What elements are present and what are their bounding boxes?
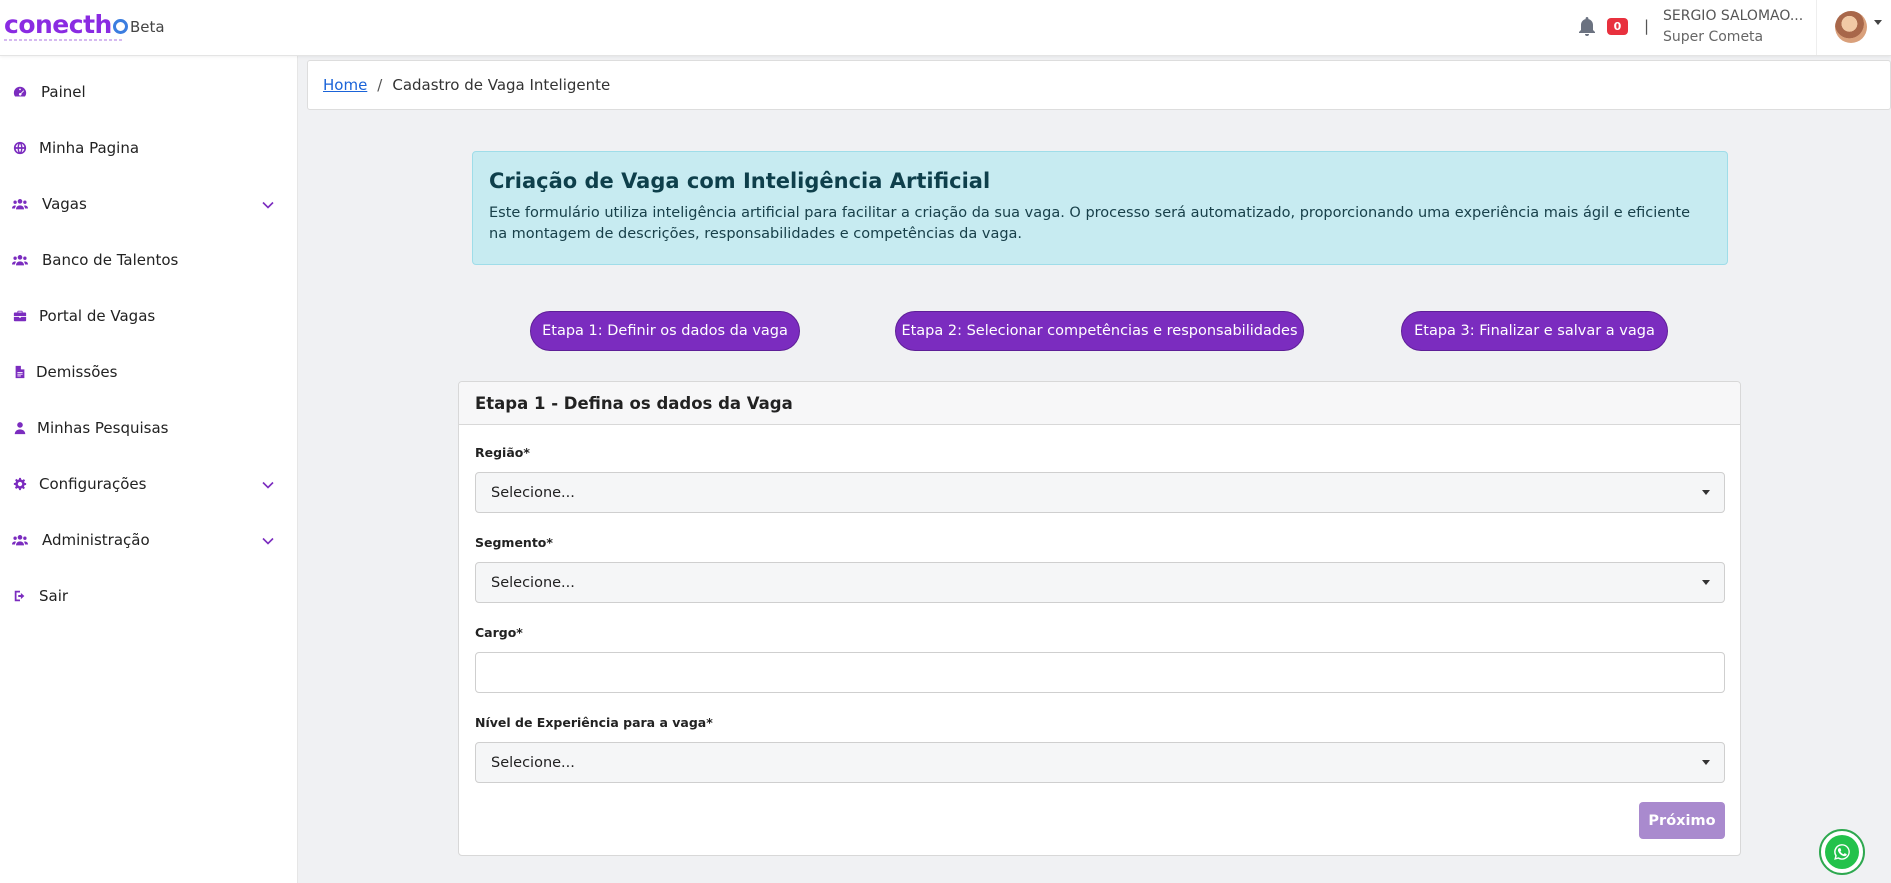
sidebar-item-label: Minhas Pesquisas	[37, 419, 169, 437]
cargo-label: Cargo*	[475, 625, 523, 640]
top-bar: conecth Beta 0 | SERGIO SALOMAO... Super…	[0, 0, 1891, 56]
header-separator: |	[1644, 17, 1650, 35]
breadcrumb: Home / Cadastro de Vaga Inteligente	[307, 60, 1891, 110]
app-logo[interactable]: conecth	[4, 10, 128, 39]
sidebar-item-administracao[interactable]: Administração	[0, 520, 298, 560]
whatsapp-icon	[1825, 835, 1859, 869]
user-name[interactable]: SERGIO SALOMAO...	[1663, 8, 1803, 24]
sidebar-item-banco-de-talentos[interactable]: Banco de Talentos	[0, 240, 298, 280]
file-icon	[12, 364, 28, 380]
user-icon	[12, 420, 28, 436]
form-card-title: Etapa 1 - Defina os dados da Vaga	[459, 382, 1740, 425]
logo-text: conecth	[4, 10, 112, 39]
sidebar-item-label: Configurações	[39, 475, 147, 493]
regiao-label: Região*	[475, 445, 530, 460]
nivel-experiencia-select-value: Selecione...	[491, 754, 575, 771]
caret-down-icon[interactable]	[1874, 20, 1882, 25]
beta-label: Beta	[130, 18, 165, 36]
step-1-button[interactable]: Etapa 1: Definir os dados da vaga	[530, 311, 800, 351]
gauge-icon	[12, 84, 28, 100]
gear-icon	[12, 476, 28, 492]
chevron-down-icon[interactable]	[261, 477, 275, 491]
segmento-label: Segmento*	[475, 535, 553, 550]
sidebar-item-label: Minha Pagina	[39, 139, 140, 157]
sidebar-item-label: Vagas	[42, 195, 87, 213]
briefcase-icon	[12, 308, 28, 324]
sidebar-item-label: Administração	[42, 531, 150, 549]
caret-down-icon	[1702, 580, 1710, 585]
sidebar-item-label: Banco de Talentos	[42, 251, 179, 269]
caret-down-icon	[1702, 490, 1710, 495]
sidebar-item-label: Sair	[39, 587, 69, 605]
sidebar-item-sair[interactable]: Sair	[0, 576, 298, 616]
sidebar-item-configuracoes[interactable]: Configurações	[0, 464, 298, 504]
bell-icon[interactable]	[1577, 16, 1597, 38]
logo-ring-icon	[112, 19, 128, 34]
regiao-select[interactable]: Selecione...	[475, 472, 1725, 513]
breadcrumb-home-link[interactable]: Home	[323, 76, 367, 94]
sidebar-item-minhas-pesquisas[interactable]: Minhas Pesquisas	[0, 408, 298, 448]
notification-badge[interactable]: 0	[1607, 18, 1628, 35]
sidebar-item-label: Painel	[41, 83, 86, 101]
regiao-select-value: Selecione...	[491, 484, 575, 501]
form-card: Etapa 1 - Defina os dados da Vaga Região…	[458, 381, 1741, 856]
sidebar-item-painel[interactable]: Painel	[0, 72, 298, 112]
users-icon	[12, 252, 28, 268]
caret-down-icon	[1702, 760, 1710, 765]
users-icon	[12, 532, 28, 548]
sidebar-item-demissoes[interactable]: Demissões	[0, 352, 298, 392]
next-button[interactable]: Próximo	[1639, 802, 1725, 839]
banner-text: Este formulário utiliza inteligência art…	[489, 205, 1691, 242]
users-icon	[12, 196, 28, 212]
sidebar: Painel Minha Pagina Vagas Banco de Talen…	[0, 56, 298, 883]
sidebar-item-label: Demissões	[36, 363, 118, 381]
cargo-input[interactable]	[475, 652, 1725, 693]
segmento-select[interactable]: Selecione...	[475, 562, 1725, 603]
globe-icon	[12, 140, 28, 156]
sign-out-icon	[12, 588, 28, 604]
segmento-select-value: Selecione...	[491, 574, 575, 591]
banner-title: Criação de Vaga com Inteligência Artific…	[489, 169, 991, 193]
user-company: Super Cometa	[1663, 29, 1764, 45]
step-2-button[interactable]: Etapa 2: Selecionar competências e respo…	[895, 311, 1304, 351]
sidebar-item-vagas[interactable]: Vagas	[0, 184, 298, 224]
sidebar-item-minha-pagina[interactable]: Minha Pagina	[0, 128, 298, 168]
whatsapp-button[interactable]	[1819, 829, 1865, 875]
nivel-experiencia-label: Nível de Experiência para a vaga*	[475, 715, 713, 730]
avatar[interactable]	[1835, 11, 1867, 43]
chevron-down-icon[interactable]	[261, 533, 275, 547]
nivel-experiencia-select[interactable]: Selecione...	[475, 742, 1725, 783]
breadcrumb-current: Cadastro de Vaga Inteligente	[392, 76, 611, 94]
sidebar-item-portal-de-vagas[interactable]: Portal de Vagas	[0, 296, 298, 336]
breadcrumb-separator: /	[377, 76, 383, 94]
step-3-button[interactable]: Etapa 3: Finalizar e salvar a vaga	[1401, 311, 1668, 351]
chevron-down-icon[interactable]	[261, 197, 275, 211]
logo-tagline	[4, 39, 122, 41]
sidebar-item-label: Portal de Vagas	[39, 307, 156, 325]
ai-info-banner: Criação de Vaga com Inteligência Artific…	[472, 151, 1728, 265]
user-divider	[1816, 0, 1817, 55]
